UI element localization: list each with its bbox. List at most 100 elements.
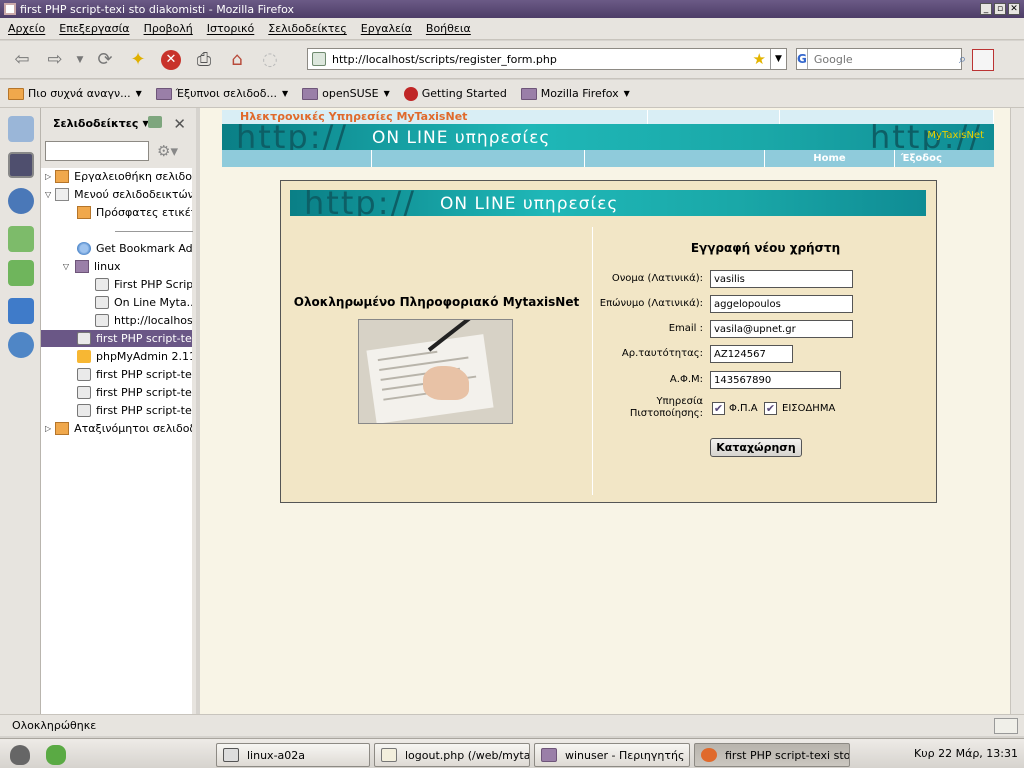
edit-page-icon[interactable] [972,49,994,71]
nav-logout-link[interactable]: Έξοδος [895,150,994,167]
last-name-field[interactable] [710,295,853,313]
page-icon [95,296,109,309]
tree-item[interactable]: On Line Myta... [95,294,192,311]
menu-edit[interactable]: Επεξεργασία [59,22,129,35]
history-clock-icon[interactable] [8,188,34,214]
home-icon[interactable]: ⌂ [223,46,251,74]
tree-item-selected[interactable]: first PHP script-te... [41,330,192,347]
close-window-button[interactable]: ✕ [1008,3,1020,15]
forward-button[interactable]: ⇨ [41,46,69,74]
tree-item-label: Εργαλειοθήκη σελιδο... [74,170,192,183]
bookmark-label: Πιο συχνά αναγν... [28,87,131,100]
close-icon[interactable]: ✕ [173,115,186,133]
window-titlebar: first PHP script-texi sto diakomisti - M… [0,0,1024,18]
tree-item-label: On Line Myta... [114,296,192,309]
bookmark-most-visited[interactable]: Πιο συχνά αναγν... ▼ [8,87,142,100]
chevron-down-icon: ▼ [383,89,390,98]
expand-arrow-icon[interactable]: ▷ [45,172,51,181]
vertical-scrollbar[interactable] [1010,108,1024,714]
bookmark-smart-folders[interactable]: Έξυπνοι σελιδοδ... ▼ [155,87,288,100]
addons-puzzle-icon[interactable] [8,260,34,286]
tree-item[interactable]: first PHP script-te... [77,384,192,401]
minimize-button[interactable]: _ [980,3,992,15]
certification-label-line1: Υπηρεσία [656,396,703,407]
tree-item[interactable]: ▽ Μενού σελιδοδεικτών [45,186,192,203]
sync-icon[interactable] [148,116,162,128]
bookmark-opensuse[interactable]: openSUSE ▼ [302,87,390,100]
tree-item[interactable]: ▽ linux [61,258,192,275]
tree-item[interactable]: first PHP script-te... [77,366,192,383]
task-linux-a02a[interactable]: linux-a02a [216,743,370,767]
reload-icon[interactable]: ⟳ [91,46,119,74]
tree-item-label: first PHP script-te... [96,332,192,345]
url-bar[interactable]: http://localhost/scripts/register_form.p… [307,48,787,70]
search-input[interactable] [807,52,959,66]
tools-icon[interactable] [8,298,34,324]
maximize-button[interactable]: ▫ [994,3,1006,15]
back-button[interactable]: ⇦ [8,46,36,74]
url-dropdown-icon[interactable]: ▼ [770,49,786,69]
bookmark-label: openSUSE [322,87,379,100]
bookmark-label: Getting Started [421,87,507,100]
gear-icon[interactable]: ⚙▾ [157,142,178,160]
menu-tools[interactable]: Εργαλεία [361,22,412,35]
bookmark-mozilla-firefox[interactable]: Mozilla Firefox ▼ [520,87,630,100]
tree-item[interactable]: First PHP Script [95,276,192,293]
info-icon[interactable] [8,332,34,358]
email-field[interactable] [710,320,853,338]
tree-item-label: phpMyAdmin 2.11.6 [96,350,192,363]
tree-item[interactable]: ▷ Εργαλειοθήκη σελιδο... [45,168,192,185]
expand-arrow-icon[interactable]: ▷ [45,424,51,433]
id-number-field[interactable] [710,345,793,363]
first-name-field[interactable] [710,270,853,288]
print-icon[interactable]: ⎙ [190,46,218,74]
status-bar: Ολοκληρώθηκε [0,714,1024,736]
nav-home-link[interactable]: Home [765,150,895,167]
tree-item[interactable]: http://localhos... [95,312,192,329]
tree-item-label: Πρόσφατες ετικέτες [96,206,192,219]
search-magnifier-icon[interactable]: ⌕ [959,52,966,67]
menu-bookmarks[interactable]: Σελιδοδείκτες [268,22,347,35]
tree-item[interactable]: Πρόσφατες ετικέτες [77,204,192,221]
task-firefox[interactable]: first PHP script-texi sto... [694,743,850,767]
history-dropdown-icon[interactable]: ▼ [74,46,86,74]
gnome-foot-icon[interactable] [10,745,30,765]
menu-history[interactable]: Ιστορικό [207,22,255,35]
tree-item[interactable]: first PHP script-te... [77,402,192,419]
clock[interactable]: Κυρ 22 Μάρ, 13:31 [914,747,1018,760]
window-title: first PHP script-texi sto diakomisti - M… [20,2,294,16]
taskbar: linux-a02a logout.php (/web/myta... winu… [0,738,1024,768]
status-addon-icon[interactable] [994,718,1018,734]
bookmark-star-icon[interactable]: ★ [753,50,766,68]
new-tab-icon[interactable]: ✦ [124,46,152,74]
bookmark-getting-started[interactable]: Getting Started [403,86,507,101]
tree-item[interactable]: ▷ Αταξινόμητοι σελιδοδ... [45,420,192,437]
tree-item[interactable]: Get Bookmark Ad... [77,240,192,257]
income-checkbox[interactable]: ✔ [764,402,777,415]
menu-file[interactable]: Αρχείο [8,22,45,35]
menu-view[interactable]: Προβολή [144,22,193,35]
bookmarks-sidebar-icon[interactable] [8,152,34,178]
collapse-arrow-icon[interactable]: ▽ [61,262,71,271]
stop-button[interactable]: ✕ [157,46,185,74]
vat-checkbox[interactable]: ✔ [712,402,725,415]
task-logout-php[interactable]: logout.php (/web/myta... [374,743,530,767]
menu-help[interactable]: Βοήθεια [426,22,471,35]
folder-icon [8,87,24,100]
submit-button[interactable]: Καταχώρηση [710,438,802,457]
tree-item[interactable]: phpMyAdmin 2.11.6 [77,348,192,365]
url-text[interactable]: http://localhost/scripts/register_form.p… [332,53,753,66]
tag-folder-icon [77,206,91,219]
tree-item-label: Αταξινόμητοι σελιδοδ... [74,422,192,435]
downloads-icon[interactable] [8,226,34,252]
image-viewer-icon[interactable] [8,116,34,142]
collapse-arrow-icon[interactable]: ▽ [45,190,51,199]
status-text: Ολοκληρώθηκε [12,719,97,732]
search-engine-icon[interactable]: G [797,49,808,69]
search-bar[interactable]: G ⌕ [796,48,966,70]
afm-field[interactable] [710,371,841,389]
task-file-browser[interactable]: winuser - Περιηγητής ... [534,743,690,767]
run-application-icon[interactable] [46,745,66,765]
sidebar-search-input[interactable] [45,141,149,161]
sidebar-title[interactable]: Σελιδοδείκτες [53,117,138,130]
